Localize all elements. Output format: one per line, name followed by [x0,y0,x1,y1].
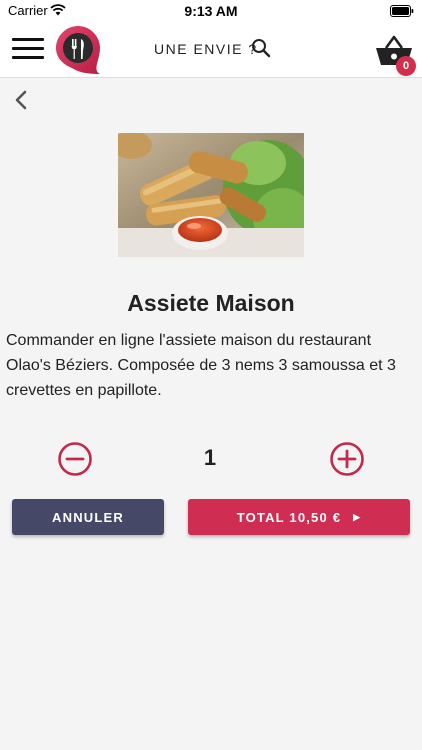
search-label[interactable]: UNE ENVIE ? [154,41,258,57]
product-description: Commander en ligne l'assiete maison du r… [6,332,396,399]
product-title: Assiete Maison [127,290,295,316]
total-button-label: TOTAL 10,50 € [236,509,342,525]
total-add-to-cart-button[interactable]: TOTAL 10,50 € ▶ [188,499,410,535]
cart-count-badge: 0 [396,56,416,76]
caret-right-icon: ▶ [353,511,362,522]
cancel-button-label: ANNULER [52,509,124,525]
increase-quantity-icon[interactable] [329,441,365,477]
app-header: UNE ENVIE ? 0 [0,22,422,78]
cancel-button[interactable]: ANNULER [12,499,164,535]
quantity-value: 1 [203,445,217,470]
search-icon[interactable] [251,38,271,58]
status-bar: Carrier 9:13 AM [0,0,422,22]
product-image [118,133,304,257]
decrease-quantity-icon[interactable] [57,441,93,477]
back-chevron-icon[interactable] [10,88,34,112]
battery-icon [390,5,414,17]
clock: 9:13 AM [184,3,238,19]
hamburger-menu-icon[interactable] [12,38,44,62]
fork-knife-pin-icon[interactable] [52,24,104,76]
